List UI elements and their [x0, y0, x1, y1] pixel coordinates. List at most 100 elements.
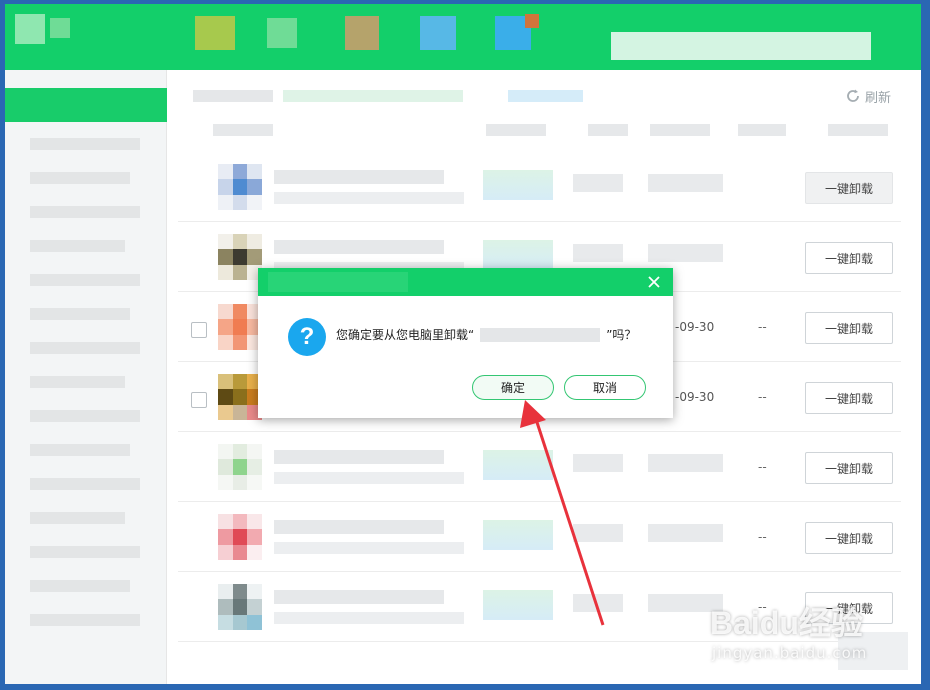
watermark-logo-text: Baidu经验 [710, 605, 863, 641]
watermark-url: jingyan.baidu.com [712, 644, 868, 662]
column-header [486, 124, 546, 136]
column-header [650, 124, 710, 136]
app-icon [218, 234, 262, 280]
sidebar-item[interactable] [30, 478, 140, 490]
usage-frequency: -- [758, 390, 767, 404]
app-icon [218, 514, 262, 560]
uninstall-button[interactable]: 一键卸载 [805, 312, 893, 344]
column-header [588, 124, 628, 136]
question-icon: ? [288, 318, 326, 356]
blurred-header-text [193, 90, 273, 102]
sidebar-item[interactable] [30, 240, 125, 252]
uninstall-button[interactable]: 一键卸载 [805, 172, 893, 204]
app-icon [218, 164, 262, 210]
app-version [483, 240, 553, 270]
sidebar-item[interactable] [30, 342, 140, 354]
row-checkbox[interactable] [191, 392, 207, 408]
title-bar [5, 4, 921, 70]
blurred-badge [525, 14, 539, 28]
sidebar-item[interactable] [30, 274, 140, 286]
sidebar-item[interactable] [30, 444, 130, 456]
column-header [213, 124, 273, 136]
app-size [573, 174, 623, 192]
sidebar-item[interactable] [30, 308, 130, 320]
blurred-search-box[interactable] [611, 32, 871, 60]
blurred-header-link[interactable] [508, 90, 583, 102]
sidebar-item[interactable] [30, 546, 140, 558]
sidebar-item[interactable] [30, 206, 140, 218]
sidebar-item[interactable] [30, 512, 125, 524]
app-version [483, 450, 553, 480]
app-name [274, 240, 444, 254]
refresh-button[interactable]: 刷新 [845, 86, 891, 106]
install-date [648, 174, 723, 192]
uninstall-button[interactable]: 一键卸载 [805, 242, 893, 274]
uninstall-button[interactable]: 一键卸载 [805, 452, 893, 484]
install-date: -09-30 [675, 390, 715, 404]
install-date [648, 524, 723, 542]
blurred-app-name [480, 327, 601, 342]
table-row: -- 一键卸载 [178, 432, 901, 502]
sidebar-item[interactable] [30, 410, 140, 422]
app-size [573, 524, 623, 542]
row-checkbox[interactable] [191, 322, 207, 338]
uninstall-button[interactable]: 一键卸载 [805, 382, 893, 414]
app-version [483, 170, 553, 200]
app-desc [274, 192, 464, 204]
sidebar-item[interactable] [30, 614, 140, 626]
usage-frequency: -- [758, 530, 767, 544]
table-row: 一键卸载 [178, 152, 901, 222]
app-icon [218, 304, 262, 350]
confirm-button[interactable]: 确定 [472, 375, 554, 400]
app-desc [274, 542, 464, 554]
close-icon[interactable] [645, 273, 663, 291]
sidebar-item[interactable] [30, 172, 130, 184]
app-name [274, 170, 444, 184]
sidebar-item[interactable] [30, 580, 130, 592]
app-desc [274, 612, 464, 624]
blurred-tab[interactable] [267, 18, 297, 48]
app-desc [274, 472, 464, 484]
app-version [483, 590, 553, 620]
refresh-label: 刷新 [864, 90, 891, 106]
install-date [648, 454, 723, 472]
blurred-header-text [283, 90, 463, 102]
sidebar-item[interactable] [30, 376, 125, 388]
desktop-frame: 刷新 一键卸载 一键卸载 -09-30 -- 一键卸载 -09-30 -- 一键… [0, 0, 930, 690]
app-size [573, 454, 623, 472]
blurred-tab[interactable] [195, 16, 235, 50]
dialog-message: 您确定要从您电脑里卸载“ ”吗？ [336, 326, 636, 343]
app-name [274, 590, 444, 604]
uninstall-confirm-dialog: ? 您确定要从您电脑里卸载“ ”吗？ 确定 取消 [258, 268, 673, 418]
blurred-dialog-title [268, 272, 408, 292]
sidebar-item-active[interactable] [5, 88, 167, 122]
blurred-tab [50, 18, 70, 38]
install-date: -09-30 [675, 320, 715, 334]
blurred-tab[interactable] [345, 16, 379, 50]
dialog-message-suffix: ”吗？ [606, 328, 637, 342]
app-name [274, 520, 444, 534]
app-icon [218, 584, 262, 630]
table-row: -- 一键卸载 [178, 502, 901, 572]
sidebar [5, 70, 167, 684]
dialog-title-bar [258, 268, 673, 296]
column-header [738, 124, 786, 136]
refresh-icon [847, 89, 859, 102]
install-date [648, 244, 723, 262]
app-size [573, 244, 623, 262]
app-icon [218, 374, 262, 420]
cancel-button[interactable]: 取消 [564, 375, 646, 400]
usage-frequency: -- [758, 460, 767, 474]
column-header [828, 124, 888, 136]
uninstall-button[interactable]: 一键卸载 [805, 522, 893, 554]
app-icon [218, 444, 262, 490]
dialog-message-prefix: 您确定要从您电脑里卸载“ [336, 328, 475, 342]
blurred-tab[interactable] [420, 16, 456, 50]
usage-frequency: -- [758, 320, 767, 334]
baidu-watermark: Baidu经验 jingyan.baidu.com [700, 590, 900, 670]
blurred-logo [15, 14, 45, 44]
app-name [274, 450, 444, 464]
sidebar-item[interactable] [30, 138, 140, 150]
app-size [573, 594, 623, 612]
app-version [483, 520, 553, 550]
